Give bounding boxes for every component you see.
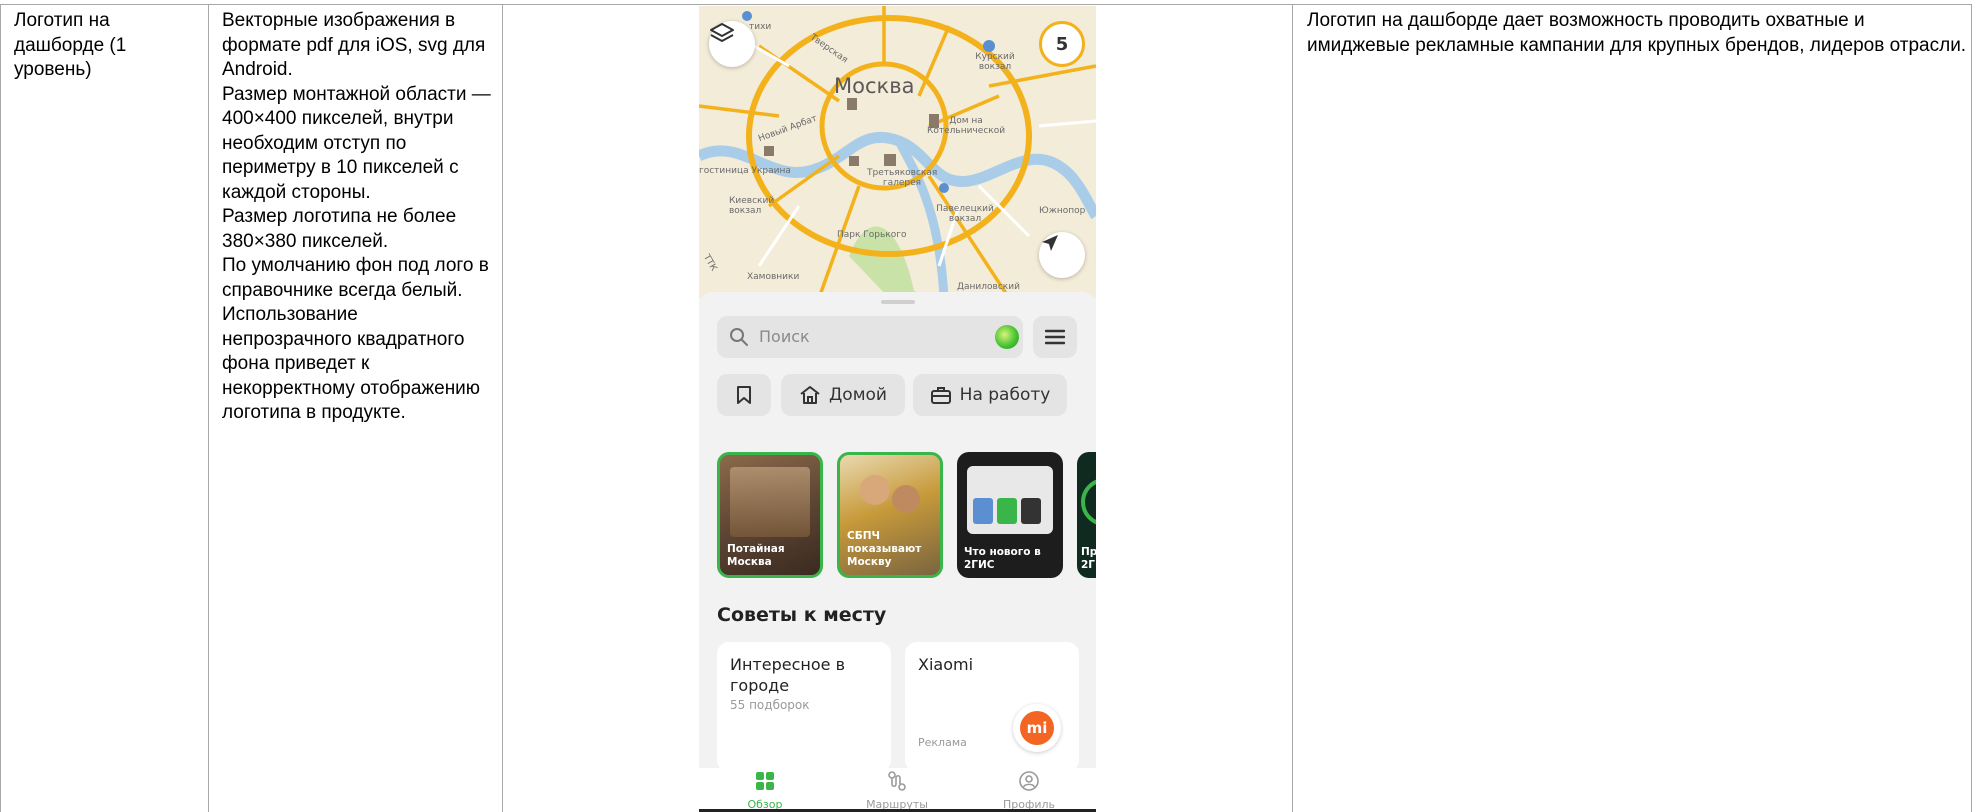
map-label: Южнопор — [1039, 206, 1086, 216]
story-title: Пр 2Г — [1081, 546, 1096, 571]
requirement-text: Размер монтажной области — 400×400 пиксе… — [222, 83, 491, 203]
briefcase-icon — [930, 387, 951, 404]
requirement-text: По умолчанию фон под лого в справочнике … — [222, 255, 489, 301]
search-placeholder: Поиск — [759, 327, 810, 346]
locate-button[interactable] — [1039, 232, 1085, 278]
assistant-icon[interactable] — [995, 325, 1019, 349]
home-button[interactable]: Домой — [781, 374, 905, 416]
layers-icon — [710, 23, 734, 42]
card-title: Интересное в городе — [730, 655, 845, 695]
story-title: СБПЧ показывают Москву — [847, 530, 922, 568]
layers-button[interactable] — [709, 21, 755, 67]
xiaomi-logo-icon: mi — [1020, 711, 1054, 745]
bookmark-icon — [737, 386, 751, 404]
search-icon — [730, 328, 748, 346]
requirement-text: Использование непрозрачного квадратного … — [222, 304, 481, 423]
tip-card[interactable]: Интересное в городе 55 подборок — [717, 642, 891, 772]
cell-element-name: Логотип на дашборде (1 уровень) — [14, 10, 127, 80]
phone-screenshot: Москва тихи Тверская Курский вокзал Новы… — [699, 6, 1096, 812]
work-label: На работу — [959, 385, 1051, 405]
story-title: Что нового в 2ГИС — [964, 546, 1041, 571]
map-label: Третьяковская галерея — [867, 168, 938, 188]
requirement-text: Векторные изображения в формате pdf для … — [222, 10, 486, 80]
map-label: Павелецкий вокзал — [936, 204, 994, 224]
story-card[interactable]: Что нового в 2ГИС — [957, 452, 1063, 578]
story-card[interactable]: Пр 2Г — [1077, 452, 1096, 578]
home-icon — [800, 386, 820, 404]
navigation-arrow-icon — [1042, 235, 1058, 251]
section-title: Советы к месту — [717, 604, 887, 626]
tab-bar: Обзор Маршруты Профиль — [699, 768, 1096, 812]
tab-overview[interactable]: Обзор — [699, 770, 831, 811]
tab-routes[interactable]: Маршруты — [831, 770, 963, 811]
bookmarks-button[interactable] — [717, 374, 771, 416]
map-label: Парк Горького — [837, 230, 907, 240]
map-label: Дом на Котельнической — [927, 116, 1006, 136]
map-label: Даниловский — [957, 282, 1020, 292]
map-label: Киевский вокзал — [729, 196, 775, 216]
map-label: гостиница Украина — [699, 166, 791, 176]
menu-button[interactable] — [1033, 316, 1077, 358]
weather-badge[interactable]: 5 — [1039, 21, 1085, 67]
route-icon — [888, 771, 906, 791]
search-input[interactable]: Поиск — [717, 316, 1023, 358]
menu-icon — [1045, 329, 1065, 345]
ad-label: Реклама — [918, 736, 967, 749]
story-card[interactable]: СБПЧ показывают Москву — [837, 452, 943, 578]
work-button[interactable]: На работу — [913, 374, 1067, 416]
card-title: Xiaomi — [918, 655, 974, 674]
profile-icon — [1019, 771, 1039, 791]
sheet-handle[interactable] — [881, 300, 915, 304]
requirement-text: Размер логотипа не более 380×380 пикселе… — [222, 206, 457, 252]
tab-profile[interactable]: Профиль — [963, 770, 1095, 811]
grid-icon — [756, 772, 774, 790]
story-title: Потайная Москва — [727, 543, 785, 568]
column-border — [1292, 4, 1293, 812]
cell-description: Логотип на дашборде дает возможность про… — [1307, 10, 1967, 56]
map-view[interactable]: Москва тихи Тверская Курский вокзал Новы… — [699, 6, 1096, 298]
bottom-sheet: Поиск Домой На работу Потайная Москва СБ… — [699, 292, 1096, 812]
card-subtitle: 55 подборок — [730, 698, 810, 712]
cell-requirements: Векторные изображения в формате pdf для … — [222, 9, 492, 426]
table-top-border — [0, 4, 1972, 5]
column-border — [208, 4, 209, 812]
ad-card-xiaomi[interactable]: Xiaomi Реклама mi — [905, 642, 1079, 772]
home-label: Домой — [829, 385, 887, 405]
column-border — [502, 4, 503, 812]
map-label: тихи — [749, 22, 772, 32]
story-card[interactable]: Потайная Москва — [717, 452, 823, 578]
map-label: Хамовники — [747, 272, 800, 282]
map-city-label: Москва — [834, 74, 915, 98]
map-drawing — [699, 6, 1096, 298]
brand-logo: mi — [1013, 704, 1061, 752]
column-border — [0, 4, 1, 812]
map-label: Курский вокзал — [975, 52, 1015, 72]
